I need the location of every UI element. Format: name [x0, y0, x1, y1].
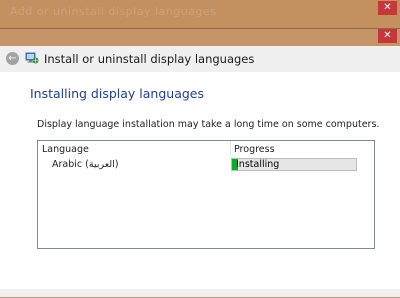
back-arrow-icon: ←	[8, 53, 17, 64]
dialog-content: Installing display languages Display lan…	[0, 72, 400, 297]
background-window-title: Add or uninstall display languages	[10, 5, 217, 18]
background-close-button[interactable]: ✕	[378, 1, 397, 15]
language-progress-list[interactable]: Language Progress Arabic (العربية) Insta…	[37, 140, 375, 249]
description-text: Display language installation may take a…	[37, 119, 380, 130]
background-window-titlebar: Add or uninstall display languages	[0, 0, 400, 28]
install-progress-bar: Installing	[231, 158, 357, 171]
page-heading: Installing display languages	[30, 86, 204, 101]
close-icon: ✕	[383, 30, 392, 41]
language-settings-icon	[25, 52, 39, 64]
close-icon: ✕	[383, 2, 392, 13]
progress-status: Installing	[236, 159, 280, 170]
dialog-close-button[interactable]: ✕	[378, 29, 397, 43]
dialog-title: Install or uninstall display languages	[44, 52, 255, 66]
column-header-progress[interactable]: Progress	[234, 144, 275, 155]
dialog-header: ← Install or uninstall display languages	[0, 46, 400, 72]
language-name: Arabic (العربية)	[52, 159, 119, 170]
column-divider	[230, 141, 231, 155]
back-button[interactable]: ←	[6, 52, 19, 65]
dialog-footer	[0, 289, 400, 297]
column-header-language[interactable]: Language	[42, 144, 89, 155]
